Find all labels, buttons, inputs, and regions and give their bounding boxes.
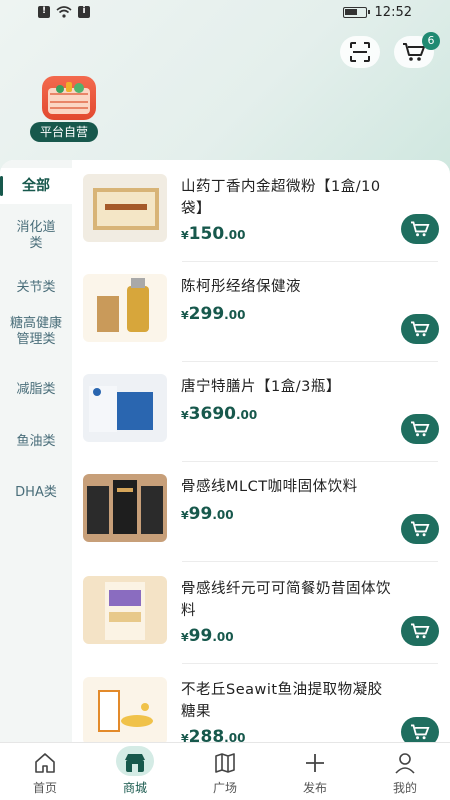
product-item[interactable]: 骨感线MLCT咖啡固体饮料 ¥99.00 — [72, 462, 450, 562]
product-price: ¥299.00 — [181, 304, 246, 324]
alert-icon: ! — [38, 6, 50, 18]
sidebar-item-label: 减脂类 — [16, 382, 56, 397]
product-image[interactable] — [83, 374, 167, 442]
category-sidebar: 全部 消化道类 关节类 糖高健康管理类 减脂类 鱼油类 DHA类 — [0, 160, 72, 742]
cart-icon — [411, 724, 430, 740]
plus-icon — [306, 754, 324, 772]
add-to-cart-button[interactable] — [401, 717, 439, 742]
store-tag: 平台自营 — [30, 122, 99, 142]
store-logo — [42, 76, 96, 120]
product-image[interactable] — [83, 274, 167, 342]
product-item[interactable]: 骨感线纤元可可简餐奶昔固体饮料 ¥99.00 — [72, 564, 450, 664]
active-indicator — [0, 176, 3, 196]
product-price: ¥288.00 — [181, 727, 246, 742]
tab-plaza[interactable]: 广场 — [180, 743, 270, 800]
product-item[interactable]: 山药丁香内金超微粉【1盒/10袋】 ¥150.00 — [72, 162, 450, 262]
basket-icon — [48, 82, 90, 114]
add-to-cart-button[interactable] — [401, 214, 439, 244]
cart-icon — [411, 221, 430, 237]
cart-badge: 6 — [422, 32, 440, 50]
product-price: ¥150.00 — [181, 224, 246, 244]
tab-mine[interactable]: 我的 — [360, 743, 450, 800]
status-icons-right: 12:52 — [342, 5, 412, 20]
add-to-cart-button[interactable] — [401, 514, 439, 544]
wifi-icon — [56, 6, 72, 18]
cart-icon — [411, 321, 430, 337]
status-time: 12:52 — [374, 5, 412, 20]
product-content: 全部 消化道类 关节类 糖高健康管理类 减脂类 鱼油类 DHA类 山药丁香内金超… — [0, 160, 450, 742]
tab-label: 商城 — [122, 781, 147, 795]
product-name: 骨感线MLCT咖啡固体饮料 — [181, 479, 358, 495]
sidebar-item-label: DHA类 — [15, 485, 57, 500]
tab-label: 广场 — [212, 781, 237, 795]
tab-label: 我的 — [392, 781, 417, 795]
add-to-cart-button[interactable] — [401, 314, 439, 344]
product-image[interactable] — [83, 174, 167, 242]
status-bar: ! i 12:52 — [0, 0, 450, 26]
tab-publish[interactable]: 发布 — [270, 743, 360, 800]
scan-button[interactable] — [340, 36, 380, 68]
divider — [182, 561, 438, 562]
sidebar-item-label: 鱼油类 — [16, 434, 56, 449]
sidebar-item-blood-sugar[interactable]: 糖高健康管理类 — [0, 316, 72, 348]
cart-button[interactable]: 6 — [394, 32, 440, 68]
tab-shop[interactable]: 商城 — [90, 743, 180, 800]
sidebar-item-fish-oil[interactable]: 鱼油类 — [0, 434, 72, 450]
home-icon — [35, 753, 55, 773]
sidebar-item-dha[interactable]: DHA类 — [0, 485, 72, 501]
battery-icon — [342, 7, 370, 18]
product-price: ¥99.00 — [181, 504, 234, 524]
product-item[interactable]: 陈柯彤经络保健液 ¥299.00 — [72, 262, 450, 362]
cart-icon — [411, 521, 430, 537]
cart-icon — [411, 623, 430, 639]
product-image[interactable] — [83, 576, 167, 644]
product-name: 山药丁香内金超微粉【1盒/10袋】 — [181, 179, 381, 217]
map-icon — [215, 753, 235, 773]
sidebar-item-digestive[interactable]: 消化道类 — [0, 220, 72, 252]
add-to-cart-button[interactable] — [401, 414, 439, 444]
divider — [182, 663, 438, 664]
tab-home[interactable]: 首页 — [0, 743, 90, 800]
product-item[interactable]: 不老丘Seawit鱼油提取物凝胶糖果 ¥288.00 — [72, 665, 450, 742]
info-icon: i — [78, 6, 90, 18]
bottom-tab-bar: 首页 商城 广场 发布 我的 — [0, 742, 450, 800]
product-price: ¥3690.00 — [181, 404, 258, 424]
sidebar-item-all[interactable]: 全部 — [0, 168, 72, 204]
product-name: 唐宁特膳片【1盒/3瓶】 — [181, 379, 341, 395]
cart-icon — [411, 421, 430, 437]
product-image[interactable] — [83, 474, 167, 542]
tab-label: 发布 — [302, 781, 327, 795]
sidebar-item-label: 糖高健康管理类 — [10, 316, 63, 347]
product-name: 不老丘Seawit鱼油提取物凝胶糖果 — [181, 682, 383, 720]
product-price: ¥99.00 — [181, 626, 234, 646]
sidebar-item-label: 消化道类 — [16, 220, 56, 251]
add-to-cart-button[interactable] — [401, 616, 439, 646]
status-icons-left: ! i — [38, 6, 90, 18]
sidebar-item-joint[interactable]: 关节类 — [0, 280, 72, 296]
sidebar-item-label: 全部 — [22, 178, 50, 194]
product-image[interactable] — [83, 677, 167, 742]
product-name: 骨感线纤元可可简餐奶昔固体饮料 — [181, 581, 391, 619]
sidebar-item-label: 关节类 — [16, 280, 56, 295]
sidebar-item-weight-loss[interactable]: 减脂类 — [0, 382, 72, 398]
product-name: 陈柯彤经络保健液 — [181, 279, 301, 295]
tab-label: 首页 — [32, 781, 57, 795]
scan-icon — [350, 42, 370, 62]
product-item[interactable]: 唐宁特膳片【1盒/3瓶】 ¥3690.00 — [72, 362, 450, 462]
user-icon — [395, 753, 415, 774]
shop-icon — [125, 754, 145, 772]
